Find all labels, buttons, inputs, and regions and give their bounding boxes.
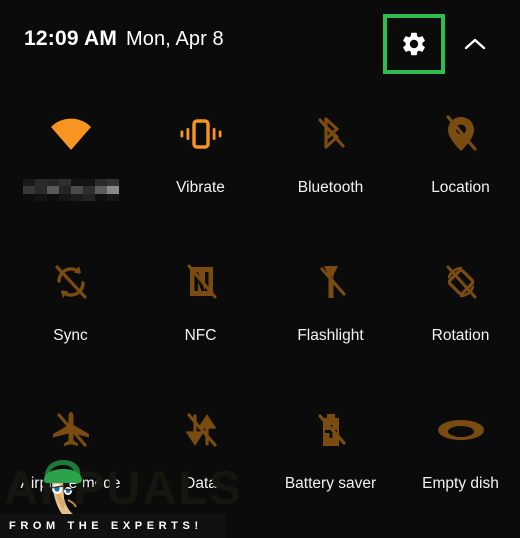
clock-time: 12:09 AM — [24, 27, 118, 50]
tile-location[interactable]: Location — [401, 92, 520, 240]
tile-label: Flashlight — [297, 327, 364, 344]
settings-button[interactable] — [387, 18, 441, 70]
tile-data[interactable]: Data — [141, 388, 260, 536]
battery-saver-off-icon — [303, 402, 359, 458]
tile-label: Battery saver — [284, 475, 377, 492]
airplane-off-icon — [43, 402, 99, 458]
nfc-off-icon — [173, 254, 229, 310]
clock-date: Mon, Apr 8 — [126, 28, 224, 50]
dish-icon — [433, 402, 489, 458]
bluetooth-off-icon — [303, 106, 359, 162]
rotation-off-icon — [433, 254, 489, 310]
tile-empty-dish[interactable]: Empty dish — [401, 388, 520, 536]
tile-row: Sync NFC Flashlight Rotation — [0, 240, 520, 388]
tile-row: Airplane mode Data Battery saver Empty d… — [0, 388, 520, 536]
tile-label: Data — [184, 475, 217, 492]
quick-settings-panel: 12:09 AM Mon, Apr 8 Vibrate Bluetooth Lo… — [0, 0, 520, 538]
tile-wifi[interactable] — [11, 92, 130, 240]
tile-flashlight[interactable]: Flashlight — [271, 240, 390, 388]
wifi-ssid-label-redacted — [22, 179, 119, 201]
location-off-icon — [433, 106, 489, 162]
wifi-icon — [43, 106, 99, 162]
tile-label: Sync — [53, 327, 88, 344]
tile-rotation[interactable]: Rotation — [401, 240, 520, 388]
tile-nfc[interactable]: NFC — [141, 240, 260, 388]
flashlight-off-icon — [303, 254, 359, 310]
tile-vibrate[interactable]: Vibrate — [141, 92, 260, 240]
collapse-panel-button[interactable] — [458, 28, 492, 60]
quick-settings-tile-grid: Vibrate Bluetooth Location Sync NFC Flas… — [0, 92, 520, 536]
clock-and-date: 12:09 AM Mon, Apr 8 — [24, 27, 224, 51]
tile-label: NFC — [184, 327, 217, 344]
status-header: 12:09 AM Mon, Apr 8 — [0, 0, 520, 86]
mosaic-redaction — [22, 179, 119, 201]
tile-airplane-mode[interactable]: Airplane mode — [11, 388, 130, 536]
tile-label: Airplane mode — [20, 475, 121, 492]
tile-label: Vibrate — [176, 179, 225, 196]
tile-label: Location — [431, 179, 490, 196]
tile-battery-saver[interactable]: Battery saver — [271, 388, 390, 536]
tile-sync[interactable]: Sync — [11, 240, 130, 388]
tile-label: Empty dish — [422, 475, 499, 492]
tile-label: Bluetooth — [297, 179, 364, 196]
tile-label: Rotation — [431, 327, 490, 344]
settings-highlight-box — [383, 14, 445, 74]
data-off-icon — [173, 402, 229, 458]
tile-bluetooth[interactable]: Bluetooth — [271, 92, 390, 240]
chevron-up-icon — [464, 38, 486, 50]
sync-off-icon — [43, 254, 99, 310]
gear-icon — [403, 32, 425, 56]
tile-row: Vibrate Bluetooth Location — [0, 92, 520, 240]
vibrate-icon — [173, 106, 229, 162]
